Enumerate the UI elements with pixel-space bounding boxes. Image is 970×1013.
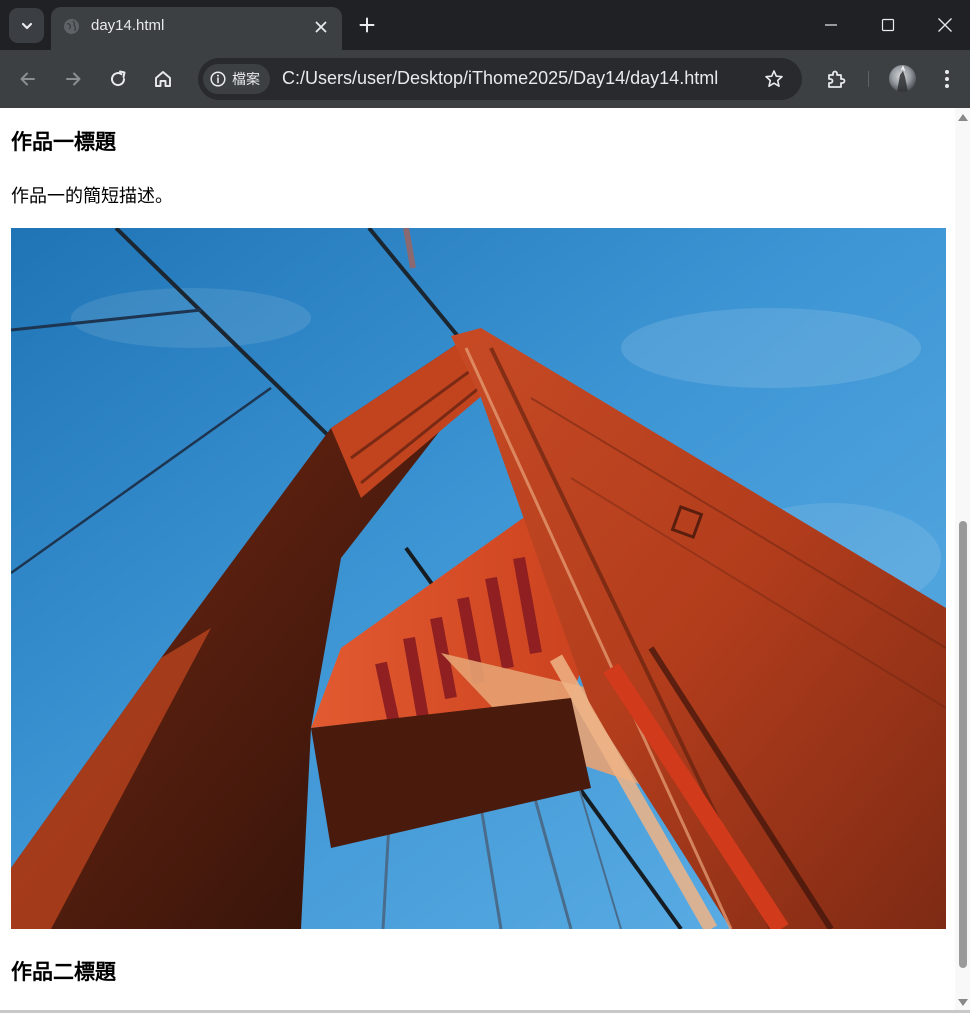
browser-toolbar: 檔案 C:/Users/user/Desktop/iThome2025/Day1…	[0, 50, 970, 108]
chevron-down-icon	[21, 22, 32, 29]
star-icon	[765, 70, 783, 87]
home-icon	[155, 71, 171, 87]
tab-day14[interactable]: day14.html	[51, 7, 342, 50]
scroll-up-arrow-icon[interactable]	[958, 114, 968, 121]
reload-button[interactable]	[103, 64, 133, 94]
back-arrow-icon	[20, 72, 35, 86]
page-content: 作品一標題 作品一的簡短描述。 作品二標題	[0, 108, 955, 1010]
scroll-down-arrow-icon[interactable]	[958, 999, 968, 1006]
browser-menu-button[interactable]	[932, 64, 962, 94]
tab-strip: day14.html	[0, 0, 970, 50]
window-close-button[interactable]	[930, 10, 960, 40]
site-info-button[interactable]: 檔案	[203, 64, 270, 94]
golden-gate-bridge-photo	[11, 228, 946, 929]
vertical-scrollbar[interactable]	[955, 108, 970, 1010]
extensions-button[interactable]	[821, 64, 851, 94]
scrollbar-thumb[interactable]	[959, 521, 967, 968]
profile-avatar[interactable]	[889, 65, 916, 92]
address-bar[interactable]: 檔案 C:/Users/user/Desktop/iThome2025/Day1…	[198, 58, 802, 100]
close-icon	[938, 18, 952, 32]
minimize-icon	[825, 24, 837, 26]
forward-arrow-icon	[66, 72, 81, 86]
work-1-image	[11, 228, 946, 929]
avatar-image-icon	[897, 65, 908, 92]
maximize-icon	[881, 18, 895, 32]
globe-icon	[64, 19, 79, 34]
info-icon	[210, 71, 226, 87]
work-2-title: 作品二標題	[11, 960, 116, 984]
reload-icon	[111, 70, 126, 87]
close-icon	[315, 21, 327, 33]
tab-title: day14.html	[91, 17, 165, 34]
puzzle-icon	[828, 70, 846, 88]
page-viewport: 作品一標題 作品一的簡短描述。 作品二標題	[0, 108, 970, 1010]
url-text[interactable]: C:/Users/user/Desktop/iThome2025/Day14/d…	[282, 68, 718, 89]
forward-button[interactable]	[58, 64, 88, 94]
kebab-menu-icon	[945, 70, 949, 88]
back-button[interactable]	[13, 64, 43, 94]
work-1-title: 作品一標題	[11, 130, 116, 154]
tab-close-button[interactable]	[311, 17, 331, 37]
new-tab-button[interactable]	[355, 13, 379, 37]
plus-icon	[359, 17, 375, 33]
tab-search-button[interactable]	[9, 8, 44, 43]
work-1-description: 作品一的簡短描述。	[11, 186, 173, 207]
site-info-label: 檔案	[232, 72, 260, 88]
bookmark-button[interactable]	[762, 67, 786, 91]
minimize-button[interactable]	[816, 10, 846, 40]
toolbar-divider	[868, 71, 869, 87]
maximize-button[interactable]	[873, 10, 903, 40]
home-button[interactable]	[148, 64, 178, 94]
